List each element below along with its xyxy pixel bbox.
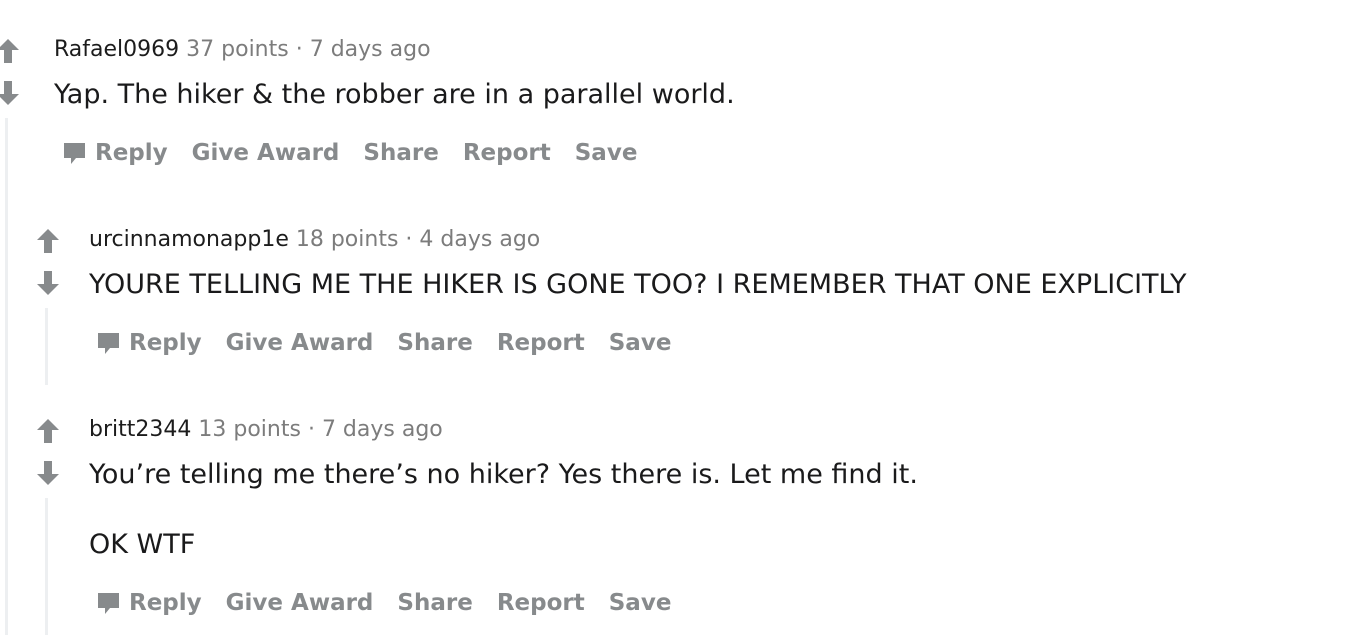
report-button[interactable]: Report xyxy=(497,330,585,356)
comment-actions: Reply Give Award Share Report Save xyxy=(96,325,695,361)
upvote-arrow-icon xyxy=(37,229,59,253)
give-award-button[interactable]: Give Award xyxy=(226,590,374,616)
upvote-button[interactable] xyxy=(0,38,20,64)
downvote-arrow-icon xyxy=(0,81,19,105)
comment-bubble-icon xyxy=(98,592,119,614)
score: 37 points xyxy=(186,37,289,62)
share-button[interactable]: Share xyxy=(363,140,438,166)
upvote-arrow-icon xyxy=(0,39,19,63)
timestamp[interactable]: 4 days ago xyxy=(419,227,540,252)
timestamp[interactable]: 7 days ago xyxy=(322,417,443,442)
score: 18 points xyxy=(295,227,399,252)
comment-bubble-icon xyxy=(98,332,119,354)
reply-label: Reply xyxy=(129,590,202,616)
upvote-button[interactable] xyxy=(36,418,60,444)
comment-paragraph: Yap. The hiker & the robber are in a par… xyxy=(54,79,735,110)
comment-actions: Reply Give Award Share Report Save xyxy=(62,135,661,171)
author-link[interactable]: urcinnamonapp1e xyxy=(89,227,289,252)
save-button[interactable]: Save xyxy=(609,590,672,616)
downvote-button[interactable] xyxy=(36,460,60,486)
meta-separator: · xyxy=(405,227,413,252)
timestamp[interactable]: 7 days ago xyxy=(310,37,431,62)
save-button[interactable]: Save xyxy=(575,140,638,166)
score: 13 points xyxy=(198,417,301,442)
comment-body: You’re telling me there’s no hiker? Yes … xyxy=(89,457,918,493)
comment-meta: Rafael0969 37 points · 7 days ago xyxy=(54,35,431,65)
share-button[interactable]: Share xyxy=(397,330,472,356)
reply-button[interactable]: Reply xyxy=(96,590,202,616)
downvote-button[interactable] xyxy=(0,80,20,106)
give-award-button[interactable]: Give Award xyxy=(226,330,374,356)
comment-body: Yap. The hiker & the robber are in a par… xyxy=(54,77,735,113)
comment-actions: Reply Give Award Share Report Save xyxy=(96,585,695,621)
share-button[interactable]: Share xyxy=(397,590,472,616)
thread-line-root[interactable] xyxy=(5,118,8,635)
author-link[interactable]: britt2344 xyxy=(89,417,191,442)
downvote-button[interactable] xyxy=(36,270,60,296)
comment-bubble-icon xyxy=(64,142,85,164)
comment-meta: urcinnamonapp1e 18 points · 4 days ago xyxy=(89,225,540,255)
thread-line-reply-1[interactable] xyxy=(45,308,48,385)
comment-meta: britt2344 13 points · 7 days ago xyxy=(89,415,443,445)
report-button[interactable]: Report xyxy=(463,140,551,166)
meta-separator: · xyxy=(295,37,303,62)
reply-button[interactable]: Reply xyxy=(62,140,168,166)
save-button[interactable]: Save xyxy=(609,330,672,356)
upvote-arrow-icon xyxy=(37,419,59,443)
report-button[interactable]: Report xyxy=(497,590,585,616)
meta-separator: · xyxy=(307,417,315,442)
reply-button[interactable]: Reply xyxy=(96,330,202,356)
comment-paragraph: YOURE TELLING ME THE HIKER IS GONE TOO? … xyxy=(89,269,1187,300)
thread-line-reply-2[interactable] xyxy=(45,498,48,635)
comment-body: YOURE TELLING ME THE HIKER IS GONE TOO? … xyxy=(89,267,1186,303)
give-award-button[interactable]: Give Award xyxy=(192,140,340,166)
upvote-button[interactable] xyxy=(36,228,60,254)
downvote-arrow-icon xyxy=(37,271,59,295)
reply-label: Reply xyxy=(129,330,202,356)
downvote-arrow-icon xyxy=(37,461,59,485)
reply-label: Reply xyxy=(95,140,168,166)
comment-paragraph: You’re telling me there’s no hiker? Yes … xyxy=(89,459,918,490)
comment-body-2: OK WTF xyxy=(89,527,195,563)
comment-paragraph: OK WTF xyxy=(89,529,196,560)
author-link[interactable]: Rafael0969 xyxy=(54,37,179,62)
